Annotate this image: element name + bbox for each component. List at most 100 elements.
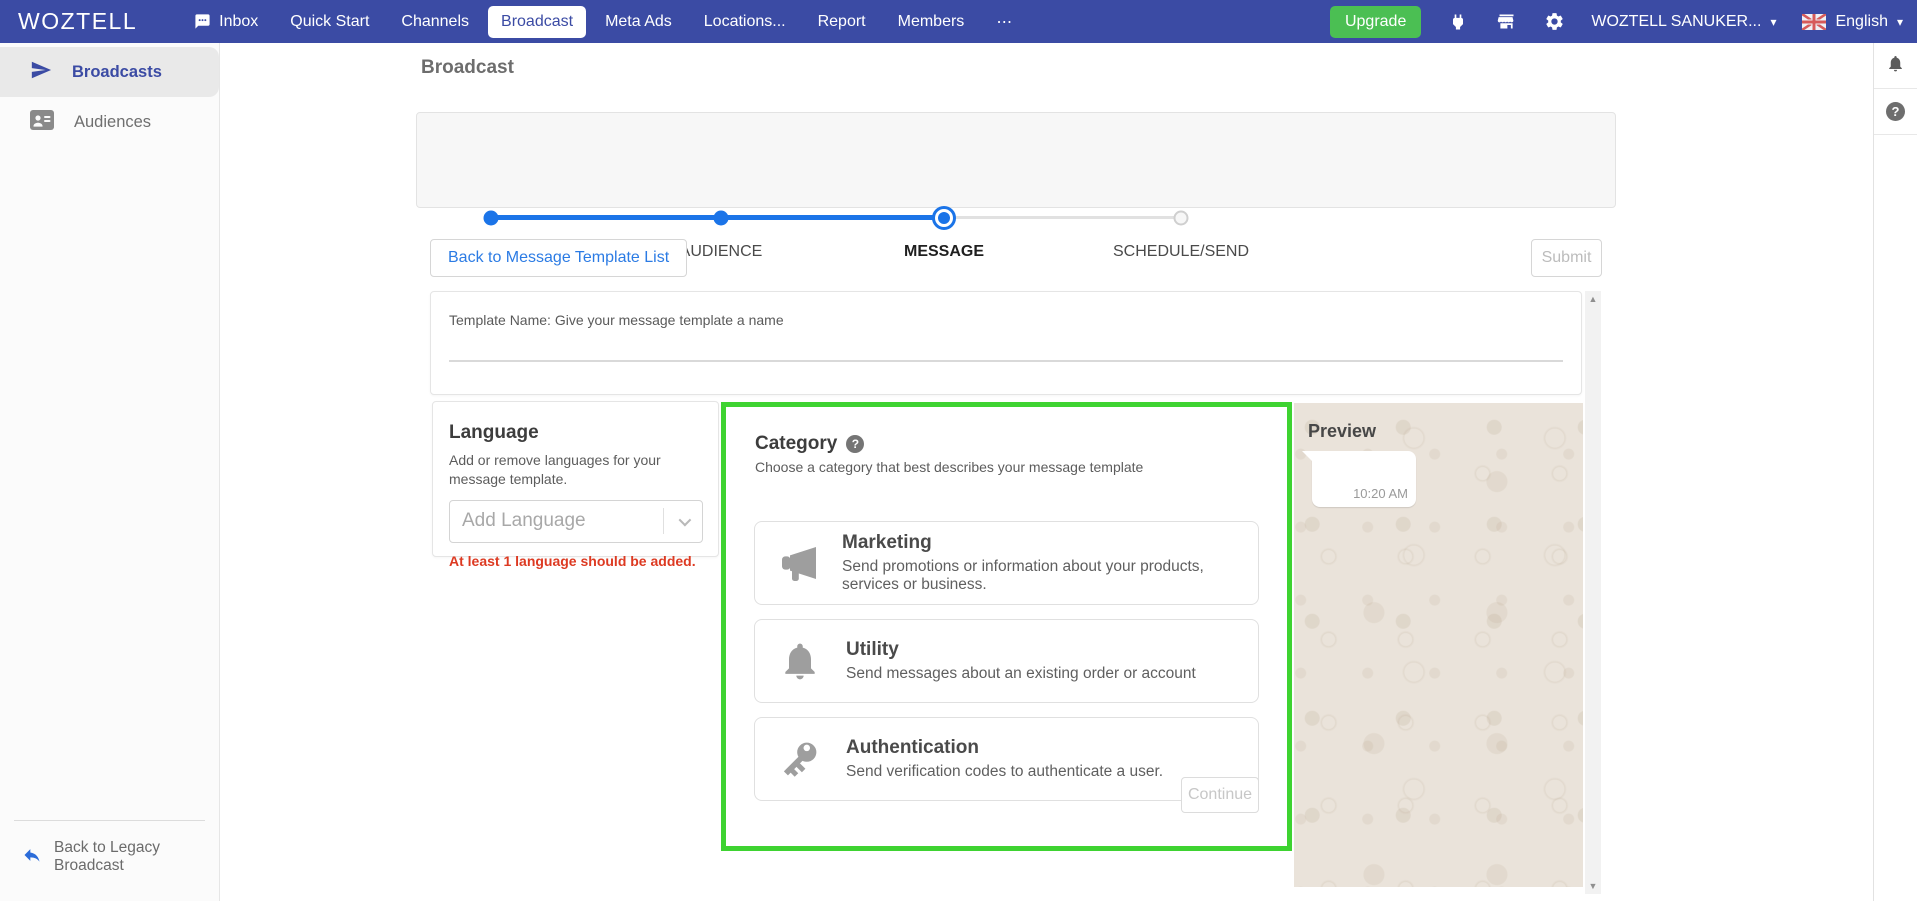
- navbar-right: Upgrade WOZTELL SANUKER... ▾ English ▾: [1329, 5, 1903, 38]
- nav-label: Quick Start: [290, 12, 370, 30]
- template-name-input[interactable]: Template Name: Give your message templat…: [449, 312, 784, 328]
- nav-item-channels[interactable]: Channels: [388, 6, 482, 38]
- nav-label: Broadcast: [501, 12, 574, 30]
- paper-plane-icon: [30, 59, 52, 86]
- nav-item-quick-start[interactable]: Quick Start: [277, 6, 382, 38]
- option-title: Authentication: [846, 737, 979, 758]
- nav-label: Channels: [401, 12, 470, 30]
- submit-button[interactable]: Submit: [1531, 239, 1602, 277]
- add-language-select[interactable]: Add Language: [449, 499, 703, 543]
- nav-item-report[interactable]: Report: [805, 6, 879, 38]
- main-nav: Inbox Quick Start Channels Broadcast Met…: [181, 5, 1025, 39]
- option-description: Send verification codes to authenticate …: [846, 763, 1164, 780]
- left-sidebar: Broadcasts Audiences Back to Legacy Broa…: [0, 43, 220, 901]
- contact-card-icon: [30, 109, 54, 135]
- key-icon: [774, 736, 826, 782]
- continue-button[interactable]: Continue: [1181, 777, 1259, 813]
- bell-icon: [1886, 54, 1905, 78]
- sidebar-item-label: Audiences: [74, 112, 152, 131]
- input-underline: [449, 360, 1563, 362]
- broadcast-stepper: CREATE AUDIENCE MESSAGE SCHEDULE/SEND: [416, 112, 1616, 260]
- step-label-message: MESSAGE: [903, 243, 985, 260]
- more-ellipsis-icon: ⋯: [996, 13, 1013, 31]
- language-label: English: [1835, 12, 1888, 30]
- megaphone-icon: [774, 539, 822, 587]
- nav-label: Inbox: [219, 12, 259, 30]
- vertical-scrollbar[interactable]: ▲ ▼: [1585, 291, 1601, 894]
- back-to-legacy-broadcast[interactable]: Back to Legacy Broadcast: [0, 839, 219, 901]
- chevron-down-icon: ▾: [1896, 14, 1903, 29]
- nav-label: Report: [817, 12, 866, 30]
- sidebar-footer: Back to Legacy Broadcast: [0, 820, 219, 901]
- option-title: Utility: [846, 639, 899, 660]
- step-label-schedule-send: SCHEDULE/SEND: [1112, 243, 1250, 260]
- reply-arrow-icon: [22, 845, 42, 870]
- language-menu[interactable]: English ▾: [1802, 13, 1903, 31]
- language-warning: At least 1 language should be added.: [449, 552, 696, 569]
- step-dot-audience[interactable]: [713, 210, 729, 226]
- gear-icon[interactable]: [1543, 11, 1565, 33]
- category-option-marketing[interactable]: Marketing Send promotions or information…: [754, 521, 1259, 605]
- nav-label: Members: [897, 12, 965, 30]
- chevron-down-icon: [664, 513, 702, 527]
- sidebar-item-label: Broadcasts: [72, 62, 162, 81]
- select-placeholder: Add Language: [462, 510, 586, 532]
- option-title: Marketing: [842, 532, 932, 553]
- upgrade-button[interactable]: Upgrade: [1329, 5, 1422, 38]
- nav-item-inbox[interactable]: Inbox: [181, 6, 271, 38]
- nav-item-meta-ads[interactable]: Meta Ads: [592, 6, 685, 38]
- app-window: WOZTELL Inbox Quick Start Channels Broad…: [0, 0, 1917, 901]
- language-card: Language Add or remove languages for you…: [432, 401, 719, 569]
- option-description: Send messages about an existing order or…: [846, 665, 1196, 682]
- nav-item-members[interactable]: Members: [885, 6, 978, 38]
- nav-item-more[interactable]: ⋯: [983, 5, 1025, 39]
- scroll-down-arrow-icon[interactable]: ▼: [1585, 878, 1601, 894]
- bell-icon: [774, 639, 826, 683]
- nav-item-locations[interactable]: Locations...: [691, 6, 799, 38]
- category-header: Category ?: [755, 433, 1287, 455]
- option-texts: Marketing Send promotions or information…: [842, 532, 1258, 594]
- account-name: WOZTELL SANUKER...: [1591, 12, 1762, 30]
- whatsapp-preview-panel: Preview 10:20 AM: [1294, 403, 1583, 887]
- back-to-template-list-button[interactable]: Back to Message Template List: [430, 239, 688, 277]
- option-texts: Authentication Send verification codes t…: [846, 737, 1163, 781]
- category-subtitle: Choose a category that best describes yo…: [755, 459, 1144, 475]
- message-timestamp: 10:20 AM: [1353, 486, 1408, 501]
- legacy-label: Back to Legacy Broadcast: [54, 839, 160, 874]
- option-description: Send promotions or information about you…: [842, 558, 1204, 593]
- top-navbar: WOZTELL Inbox Quick Start Channels Broad…: [0, 0, 1917, 43]
- message-bubble: 10:20 AM: [1302, 451, 1416, 507]
- scroll-up-arrow-icon[interactable]: ▲: [1585, 291, 1601, 307]
- account-menu[interactable]: WOZTELL SANUKER... ▾: [1591, 13, 1776, 31]
- question-mark-icon: ?: [1886, 102, 1905, 121]
- active-step-dot: [938, 212, 950, 224]
- category-option-utility[interactable]: Utility Send messages about an existing …: [754, 619, 1259, 703]
- nav-label: Locations...: [703, 12, 786, 30]
- nav-item-broadcast[interactable]: Broadcast: [488, 5, 587, 38]
- right-utility-bar: ?: [1873, 43, 1917, 901]
- step-label-audience: AUDIENCE: [679, 243, 763, 260]
- nav-label: Meta Ads: [605, 12, 672, 30]
- help-button[interactable]: ?: [1874, 89, 1917, 135]
- main-content: Broadcast CREATE AUDIENCE MESSAGE SCHEDU…: [220, 43, 1873, 901]
- category-title: Category: [755, 433, 838, 454]
- step-dot-schedule-send[interactable]: [1173, 210, 1189, 226]
- page-title: Broadcast: [421, 57, 514, 78]
- sidebar-item-audiences[interactable]: Audiences: [0, 97, 219, 147]
- plug-icon[interactable]: [1447, 11, 1469, 33]
- step-dot-create[interactable]: [483, 210, 499, 226]
- uk-flag-icon: [1802, 13, 1827, 30]
- template-name-card: Template Name: Give your message templat…: [430, 291, 1582, 395]
- category-panel: Category ? Choose a category that best d…: [721, 402, 1292, 851]
- store-icon[interactable]: [1495, 11, 1517, 33]
- woztell-logo: WOZTELL: [18, 8, 138, 34]
- help-circle-icon[interactable]: ?: [846, 435, 865, 453]
- chevron-down-icon: ▾: [1770, 14, 1777, 29]
- language-description: Add or remove languages for your message…: [449, 452, 661, 487]
- notifications-button[interactable]: [1874, 43, 1917, 89]
- language-title: Language: [449, 422, 539, 443]
- chat-bubble-icon: [194, 13, 211, 30]
- step-dot-message[interactable]: [932, 206, 956, 230]
- sidebar-item-broadcasts[interactable]: Broadcasts: [0, 47, 219, 97]
- divider: [14, 820, 205, 821]
